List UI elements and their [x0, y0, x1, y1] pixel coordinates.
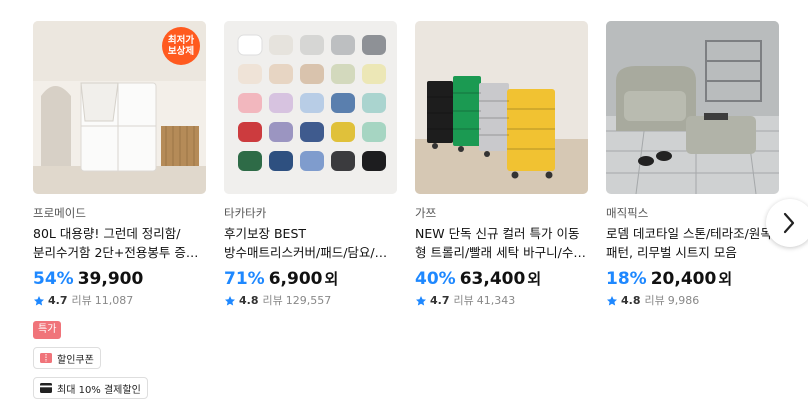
- carousel-next-button[interactable]: [766, 199, 808, 247]
- discount-rate: 40%: [415, 269, 456, 289]
- star-icon: [416, 296, 426, 306]
- price-suffix: 외: [527, 270, 542, 288]
- product-image[interactable]: 최저가 보상제: [33, 21, 206, 194]
- credit-card-icon: [40, 383, 52, 393]
- product-title[interactable]: 후기보장 BEST 방수매트리스커버/패드/담요/토퍼: [224, 224, 397, 262]
- review-label: 리뷰: [453, 294, 474, 307]
- rating-score: 4.7: [430, 294, 450, 307]
- product-card[interactable]: 가쯔 NEW 단독 신규 컬러 특가 이동형 트롤리/빨래 세탁 바구니/수납용…: [415, 21, 588, 309]
- coupon-icon: [40, 353, 52, 363]
- seller-name[interactable]: 타카타카: [224, 205, 397, 221]
- star-icon: [34, 296, 44, 306]
- product-image[interactable]: [224, 21, 397, 194]
- price: 20,400: [650, 269, 717, 289]
- discount-rate: 18%: [606, 269, 647, 289]
- product-card[interactable]: 매직픽스 로뎀 데코타일 스톤/테라조/원목 패턴, 리무벌 시트지 모음 18…: [606, 21, 779, 309]
- rating-line: 4.8 리뷰 9,986: [606, 293, 779, 309]
- star-icon: [607, 296, 617, 306]
- price-suffix: 외: [324, 270, 339, 288]
- product-photo-rolling-trolleys: [415, 21, 588, 194]
- special-deal-tag: 특가: [33, 321, 62, 339]
- payment-discount-label: 최대 10% 결제할인: [57, 384, 141, 396]
- payment-discount-chip: 최대 10% 결제할인: [33, 377, 148, 399]
- review-count: 41,343: [476, 294, 516, 307]
- product-carousel: 최저가 보상제 프로메이드 80L 대용량! 그런데 정리함/분리수거함 2단+…: [33, 21, 808, 399]
- review-count: 129,557: [285, 294, 332, 307]
- review-label: 리뷰: [262, 294, 283, 307]
- price: 39,900: [77, 269, 144, 289]
- product-card[interactable]: 최저가 보상제 프로메이드 80L 대용량! 그런데 정리함/분리수거함 2단+…: [33, 21, 206, 399]
- product-photo-floor-tiles-room: [606, 21, 779, 194]
- coupon-label: 할인쿠폰: [57, 354, 94, 366]
- product-title[interactable]: 로뎀 데코타일 스톤/테라조/원목 패턴, 리무벌 시트지 모음: [606, 224, 779, 262]
- review-label: 리뷰: [644, 294, 665, 307]
- seller-name[interactable]: 프로메이드: [33, 205, 206, 221]
- product-title[interactable]: NEW 단독 신규 컬러 특가 이동형 트롤리/빨래 세탁 바구니/수납용...: [415, 224, 588, 262]
- price-line: 18% 20,400 외: [606, 268, 779, 290]
- rating-line: 4.7 리뷰 41,343: [415, 293, 588, 309]
- price-suffix: 외: [718, 270, 733, 288]
- product-image[interactable]: [415, 21, 588, 194]
- seller-name[interactable]: 매직픽스: [606, 205, 779, 221]
- review-count: 9,986: [667, 294, 700, 307]
- rating-line: 4.7 리뷰 11,087: [33, 293, 206, 309]
- chevron-right-icon: [783, 212, 795, 234]
- coupon-chip: 할인쿠폰: [33, 347, 101, 369]
- rating-line: 4.8 리뷰 129,557: [224, 293, 397, 309]
- lowest-price-badge: 최저가 보상제: [162, 27, 200, 65]
- rating-score: 4.7: [48, 294, 68, 307]
- price-line: 71% 6,900 외: [224, 268, 397, 290]
- seller-name[interactable]: 가쯔: [415, 205, 588, 221]
- product-title[interactable]: 80L 대용량! 그런데 정리함/분리수거함 2단+전용봉투 증정 2color…: [33, 224, 206, 262]
- discount-rate: 54%: [33, 269, 74, 289]
- review-count: 11,087: [94, 294, 134, 307]
- product-image[interactable]: [606, 21, 779, 194]
- discount-rate: 71%: [224, 269, 265, 289]
- review-label: 리뷰: [71, 294, 92, 307]
- rating-score: 4.8: [621, 294, 641, 307]
- price: 63,400: [459, 269, 526, 289]
- price-line: 40% 63,400 외: [415, 268, 588, 290]
- price-line: 54% 39,900: [33, 268, 206, 290]
- product-photo-mattress-covers: [224, 21, 397, 194]
- price: 6,900: [268, 269, 323, 289]
- rating-score: 4.8: [239, 294, 259, 307]
- star-icon: [225, 296, 235, 306]
- product-card[interactable]: 타카타카 후기보장 BEST 방수매트리스커버/패드/담요/토퍼 71%6,90…: [224, 21, 397, 309]
